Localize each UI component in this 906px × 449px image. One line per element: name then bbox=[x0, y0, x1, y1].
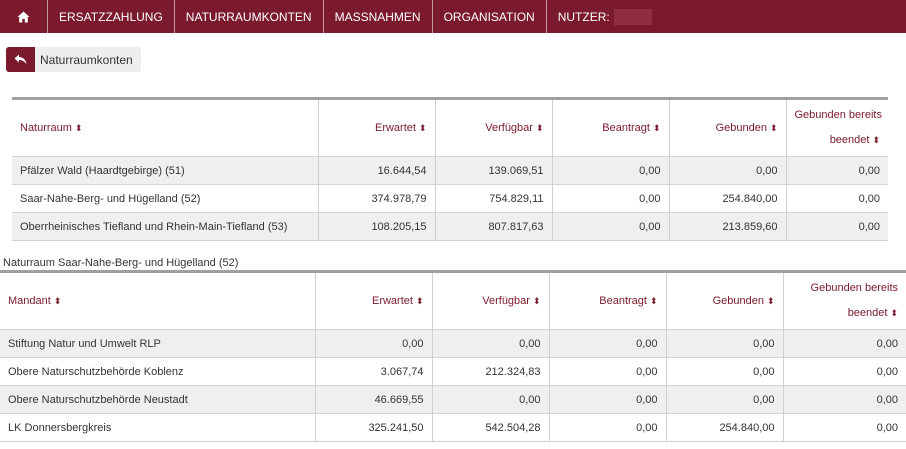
table-row[interactable]: Obere Naturschutzbehörde Koblenz 3.067,7… bbox=[0, 357, 906, 386]
sort-icon: ⬍ bbox=[766, 296, 775, 306]
nav-user[interactable]: NUTZER: bbox=[547, 0, 663, 33]
cell-gebunden-beendet: 0,00 bbox=[785, 156, 888, 185]
table-row[interactable]: Saar-Nahe-Berg- und Hügelland (52) 374.9… bbox=[12, 184, 888, 213]
cell-erwartet: 374.978,79 bbox=[317, 184, 435, 213]
cell-verfuegbar: 0,00 bbox=[431, 385, 549, 414]
table-row[interactable]: Stiftung Natur und Umwelt RLP 0,00 0,00 … bbox=[0, 329, 906, 358]
cell-erwartet: 16.644,54 bbox=[317, 156, 435, 185]
cell-verfuegbar: 212.324,83 bbox=[431, 357, 549, 386]
nav-user-label: NUTZER: bbox=[557, 9, 610, 24]
cell-beantragt: 0,00 bbox=[548, 357, 666, 386]
sort-icon: ⬍ bbox=[53, 296, 62, 306]
cell-gebunden: 213.859,60 bbox=[668, 212, 786, 241]
col-verfuegbar[interactable]: Verfügbar ⬍ bbox=[434, 98, 552, 157]
top-navbar: ERSATZZAHLUNG NATURRAUMKONTEN MASSNAHMEN… bbox=[0, 0, 906, 33]
col-naturraum[interactable]: Naturraum ⬍ bbox=[12, 99, 318, 157]
user-name-redacted bbox=[613, 8, 652, 25]
nav-ersatzzahlung[interactable]: ERSATZZAHLUNG bbox=[48, 0, 175, 33]
col-erwartet[interactable]: Erwartet ⬍ bbox=[314, 271, 432, 330]
table-row[interactable]: LK Donnersbergkreis 325.241,50 542.504,2… bbox=[0, 413, 906, 442]
back-button-label: Naturraumkonten bbox=[35, 47, 141, 72]
mandant-table: Mandant ⬍ Erwartet ⬍ Verfügbar ⬍ Beantragt ⬍… bbox=[0, 270, 906, 442]
col-mandant[interactable]: Mandant ⬍ bbox=[0, 272, 315, 330]
cell-beantragt: 0,00 bbox=[551, 184, 669, 213]
back-icon-box bbox=[6, 47, 35, 72]
naturraum-table: Naturraum ⬍ Erwartet ⬍ Verfügbar ⬍ Beantrag… bbox=[12, 97, 888, 241]
sort-icon: ⬍ bbox=[532, 296, 541, 306]
sort-icon: ⬍ bbox=[769, 123, 778, 133]
sort-icon: ⬍ bbox=[74, 123, 83, 133]
sort-icon: ⬍ bbox=[535, 123, 544, 133]
cell-gebunden: 254.840,00 bbox=[668, 184, 786, 213]
sort-icon: ⬍ bbox=[890, 308, 898, 318]
nav-massnahmen[interactable]: MASSNAHMEN bbox=[324, 0, 433, 33]
cell-gebunden: 0,00 bbox=[665, 357, 783, 386]
cell-mandant: LK Donnersbergkreis bbox=[0, 413, 315, 442]
cell-verfuegbar: 754.829,11 bbox=[434, 184, 552, 213]
sort-icon: ⬍ bbox=[415, 296, 424, 306]
cell-verfuegbar: 0,00 bbox=[431, 329, 549, 358]
reply-arrow-icon bbox=[14, 54, 27, 65]
back-button[interactable]: Naturraumkonten bbox=[6, 47, 141, 72]
cell-naturraum: Saar-Nahe-Berg- und Hügelland (52) bbox=[12, 184, 318, 213]
col-gebunden-beendet[interactable]: Gebunden bereits beendet ⬍ bbox=[785, 98, 888, 157]
cell-gebunden-beendet: 0,00 bbox=[785, 212, 888, 241]
cell-naturraum: Oberrheinisches Tiefland und Rhein-Main-… bbox=[12, 212, 318, 241]
col-gebunden[interactable]: Gebunden ⬍ bbox=[668, 98, 786, 157]
cell-gebunden: 0,00 bbox=[665, 385, 783, 414]
cell-mandant: Obere Naturschutzbehörde Koblenz bbox=[0, 357, 315, 386]
cell-verfuegbar: 807.817,63 bbox=[434, 212, 552, 241]
sort-icon: ⬍ bbox=[649, 296, 658, 306]
cell-gebunden-beendet: 0,00 bbox=[782, 385, 906, 414]
cell-mandant: Stiftung Natur und Umwelt RLP bbox=[0, 329, 315, 358]
table-row[interactable]: Obere Naturschutzbehörde Neustadt 46.669… bbox=[0, 385, 906, 414]
cell-mandant: Obere Naturschutzbehörde Neustadt bbox=[0, 385, 315, 414]
cell-gebunden: 0,00 bbox=[668, 156, 786, 185]
sort-icon: ⬍ bbox=[652, 123, 661, 133]
cell-gebunden: 254.840,00 bbox=[665, 413, 783, 442]
cell-erwartet: 108.205,15 bbox=[317, 212, 435, 241]
col-beantragt[interactable]: Beantragt ⬍ bbox=[548, 271, 666, 330]
cell-gebunden-beendet: 0,00 bbox=[785, 184, 888, 213]
cell-verfuegbar: 139.069,51 bbox=[434, 156, 552, 185]
home-icon bbox=[17, 11, 30, 22]
cell-erwartet: 325.241,50 bbox=[314, 413, 432, 442]
cell-erwartet: 46.669,55 bbox=[314, 385, 432, 414]
cell-naturraum: Pfälzer Wald (Haardtgebirge) (51) bbox=[12, 156, 318, 185]
nav-naturraumkonten[interactable]: NATURRAUMKONTEN bbox=[175, 0, 324, 33]
cell-gebunden-beendet: 0,00 bbox=[782, 329, 906, 358]
col-gebunden[interactable]: Gebunden ⬍ bbox=[665, 271, 783, 330]
cell-beantragt: 0,00 bbox=[548, 413, 666, 442]
col-beantragt[interactable]: Beantragt ⬍ bbox=[551, 98, 669, 157]
cell-beantragt: 0,00 bbox=[548, 385, 666, 414]
cell-erwartet: 3.067,74 bbox=[314, 357, 432, 386]
col-gebunden-beendet[interactable]: Gebunden bereits beendet ⬍ bbox=[782, 271, 906, 330]
nav-organisation[interactable]: ORGANISATION bbox=[433, 0, 547, 33]
cell-gebunden: 0,00 bbox=[665, 329, 783, 358]
col-verfuegbar[interactable]: Verfügbar ⬍ bbox=[431, 271, 549, 330]
cell-beantragt: 0,00 bbox=[551, 212, 669, 241]
cell-verfuegbar: 542.504,28 bbox=[431, 413, 549, 442]
sort-icon: ⬍ bbox=[418, 123, 427, 133]
cell-beantragt: 0,00 bbox=[551, 156, 669, 185]
cell-gebunden-beendet: 0,00 bbox=[782, 357, 906, 386]
cell-gebunden-beendet: 0,00 bbox=[782, 413, 906, 442]
cell-beantragt: 0,00 bbox=[548, 329, 666, 358]
sort-icon: ⬍ bbox=[872, 135, 880, 145]
col-erwartet[interactable]: Erwartet ⬍ bbox=[317, 98, 435, 157]
table-header-row: Naturraum ⬍ Erwartet ⬍ Verfügbar ⬍ Beantrag… bbox=[12, 98, 888, 157]
table-row[interactable]: Oberrheinisches Tiefland und Rhein-Main-… bbox=[12, 212, 888, 241]
section-caption: Naturraum Saar-Nahe-Berg- und Hügelland … bbox=[3, 257, 239, 269]
cell-erwartet: 0,00 bbox=[314, 329, 432, 358]
nav-home[interactable] bbox=[0, 0, 48, 33]
table-row[interactable]: Pfälzer Wald (Haardtgebirge) (51) 16.644… bbox=[12, 156, 888, 185]
table-header-row: Mandant ⬍ Erwartet ⬍ Verfügbar ⬍ Beantragt ⬍… bbox=[0, 271, 906, 330]
